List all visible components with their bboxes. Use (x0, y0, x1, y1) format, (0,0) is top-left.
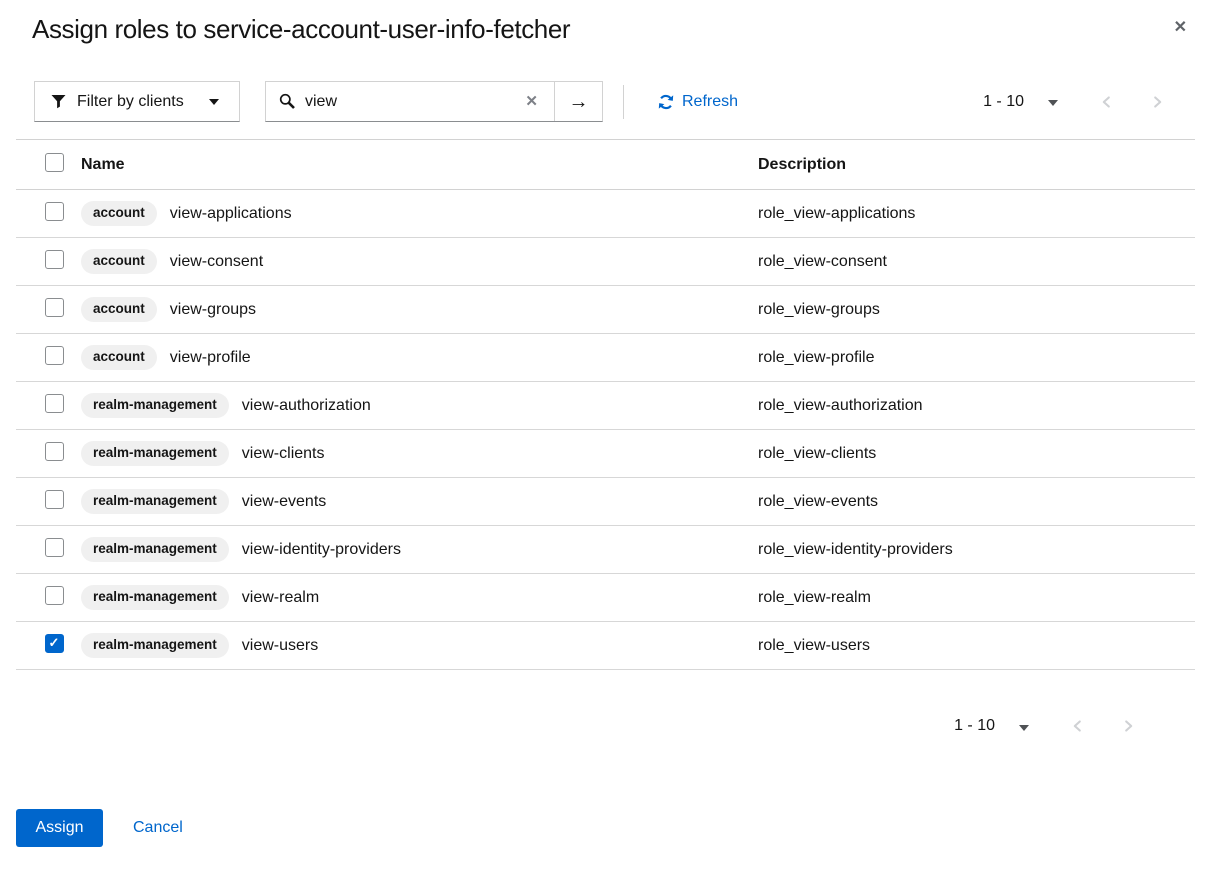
role-name: view-authorization (242, 397, 371, 415)
role-description: role_view-profile (758, 349, 1195, 367)
pagination-bottom: 1 - 10 (954, 715, 1137, 738)
role-description: role_view-authorization (758, 397, 1195, 415)
table-row: realm-management view-authorization role… (16, 382, 1195, 430)
filter-by-clients-dropdown[interactable]: Filter by clients (34, 81, 240, 122)
pagination-prev-button[interactable] (1069, 717, 1086, 735)
chevron-left-icon (1071, 719, 1084, 733)
clear-search-icon[interactable]: ✕ (515, 94, 548, 109)
caret-down-icon (209, 99, 219, 105)
refresh-button[interactable]: Refresh (658, 93, 738, 111)
modal-header: Assign roles to service-account-user-inf… (0, 0, 1211, 45)
pagination-next-button[interactable] (1120, 717, 1137, 735)
pagination-per-page-toggle[interactable] (1017, 715, 1031, 738)
search-icon (279, 93, 296, 110)
role-name: view-profile (170, 349, 251, 367)
refresh-icon (658, 94, 674, 110)
table-row: account view-consent role_view-consent (16, 238, 1195, 286)
client-badge: account (81, 249, 157, 275)
table-header-row: Name Description (16, 139, 1195, 190)
caret-down-icon (1019, 725, 1029, 731)
chevron-right-icon (1122, 719, 1135, 733)
pagination-range: 1 - 10 (983, 93, 1024, 111)
role-description: role_view-clients (758, 445, 1195, 463)
toolbar-divider (623, 85, 624, 119)
filter-funnel-icon (51, 94, 66, 109)
client-badge: account (81, 297, 157, 323)
row-checkbox[interactable] (45, 394, 64, 413)
client-badge: realm-management (81, 489, 229, 515)
role-description: role_view-realm (758, 589, 1195, 607)
pagination-range: 1 - 10 (954, 717, 995, 735)
role-name: view-users (242, 637, 318, 655)
client-badge: account (81, 345, 157, 371)
pagination-bottom-wrap: 1 - 10 (0, 716, 1211, 736)
row-checkbox[interactable] (45, 442, 64, 461)
row-checkbox[interactable] (45, 634, 64, 653)
roles-table: Name Description account view-applicatio… (16, 139, 1195, 670)
table-row: account view-groups role_view-groups (16, 286, 1195, 334)
table-row: realm-management view-users role_view-us… (16, 622, 1195, 670)
role-description: role_view-events (758, 493, 1195, 511)
close-icon[interactable]: ✕ (1174, 20, 1187, 36)
refresh-label: Refresh (682, 93, 738, 111)
role-description: role_view-users (758, 637, 1195, 655)
column-header-description: Description (758, 156, 1195, 174)
role-name: view-applications (170, 205, 292, 223)
search-group: ✕ → (265, 81, 603, 122)
caret-down-icon (1048, 100, 1058, 106)
chevron-right-icon (1151, 95, 1164, 109)
row-checkbox[interactable] (45, 202, 64, 221)
table-row: realm-management view-identity-providers… (16, 526, 1195, 574)
row-checkbox[interactable] (45, 586, 64, 605)
client-badge: realm-management (81, 441, 229, 467)
toolbar: Filter by clients ✕ → Refresh (0, 81, 1211, 122)
table-row: realm-management view-events role_view-e… (16, 478, 1195, 526)
table-body: account view-applications role_view-appl… (16, 190, 1195, 670)
filter-dropdown-label: Filter by clients (77, 93, 184, 111)
client-badge: realm-management (81, 537, 229, 563)
table-row: realm-management view-clients role_view-… (16, 430, 1195, 478)
modal-footer: Assign Cancel (0, 809, 1211, 847)
assign-button[interactable]: Assign (16, 809, 103, 847)
client-badge: account (81, 201, 157, 227)
row-checkbox[interactable] (45, 298, 64, 317)
role-name: view-identity-providers (242, 541, 401, 559)
client-badge: realm-management (81, 585, 229, 611)
table-row: account view-applications role_view-appl… (16, 190, 1195, 238)
table-row: account view-profile role_view-profile (16, 334, 1195, 382)
role-description: role_view-identity-providers (758, 541, 1195, 559)
role-name: view-consent (170, 253, 263, 271)
role-name: view-realm (242, 589, 319, 607)
pagination-top: 1 - 10 (983, 90, 1166, 113)
search-input[interactable] (305, 93, 506, 111)
modal-title: Assign roles to service-account-user-inf… (32, 14, 1151, 45)
table-row: realm-management view-realm role_view-re… (16, 574, 1195, 622)
pagination-prev-button[interactable] (1098, 93, 1115, 111)
pagination-per-page-toggle[interactable] (1046, 90, 1060, 113)
search-field: ✕ (266, 82, 554, 121)
role-description: role_view-consent (758, 253, 1195, 271)
role-description: role_view-groups (758, 301, 1195, 319)
cancel-button[interactable]: Cancel (133, 819, 183, 837)
role-name: view-events (242, 493, 326, 511)
client-badge: realm-management (81, 393, 229, 419)
pagination-next-button[interactable] (1149, 93, 1166, 111)
role-name: view-groups (170, 301, 256, 319)
role-description: role_view-applications (758, 205, 1195, 223)
role-name: view-clients (242, 445, 325, 463)
row-checkbox[interactable] (45, 346, 64, 365)
select-all-checkbox[interactable] (45, 153, 64, 172)
chevron-left-icon (1100, 95, 1113, 109)
client-badge: realm-management (81, 633, 229, 659)
column-header-name: Name (81, 156, 758, 174)
row-checkbox[interactable] (45, 490, 64, 509)
row-checkbox[interactable] (45, 538, 64, 557)
row-checkbox[interactable] (45, 250, 64, 269)
search-submit-button[interactable]: → (554, 82, 602, 121)
